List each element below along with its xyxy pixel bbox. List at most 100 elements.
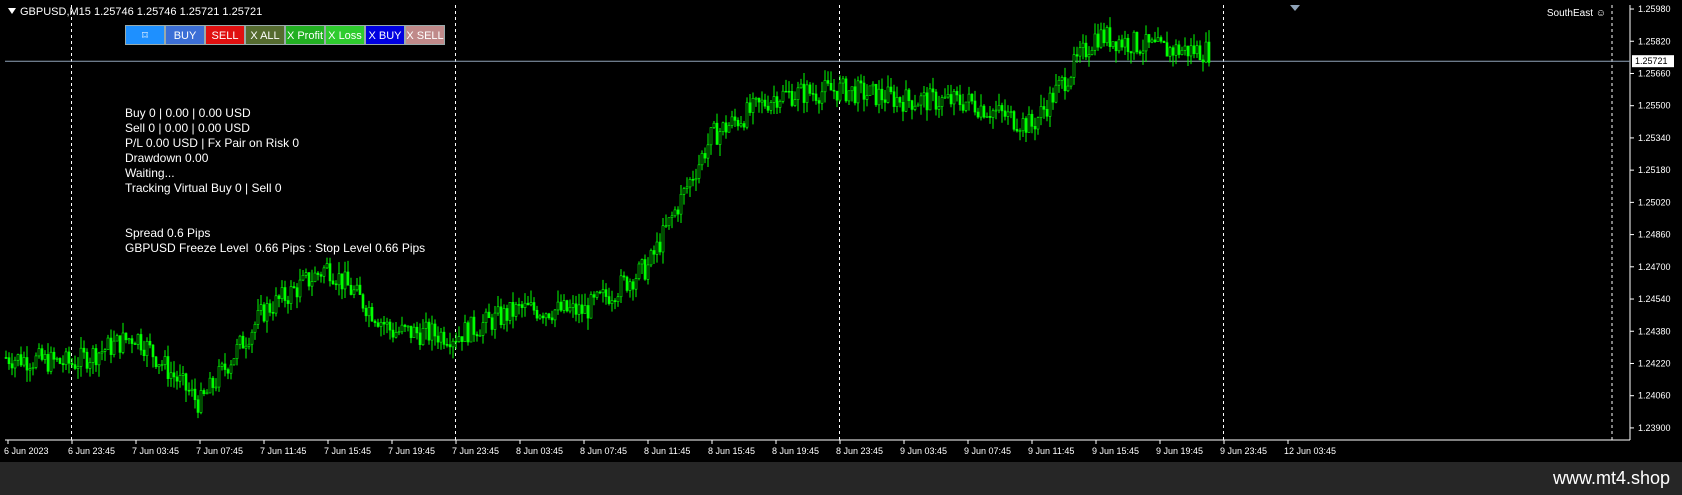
candle-body bbox=[832, 89, 836, 92]
candle-body bbox=[343, 271, 347, 290]
candle-body bbox=[34, 355, 38, 368]
candle-body bbox=[490, 317, 494, 330]
candle-body bbox=[928, 88, 932, 111]
candle-body bbox=[358, 284, 362, 295]
chart-area[interactable]: 1.25980 1.25820 1.25660 1.25500 1.25340 1.251… bbox=[0, 0, 1682, 462]
crosshair-button[interactable]: ⌑ bbox=[125, 25, 165, 45]
candle-body bbox=[523, 302, 527, 308]
y-tick-label: 1.24220 bbox=[1638, 358, 1671, 368]
candle-body bbox=[655, 241, 659, 255]
candle-body bbox=[631, 281, 635, 290]
candle-body bbox=[1180, 49, 1184, 55]
candle-body bbox=[1036, 117, 1040, 130]
buy-button[interactable]: BUY bbox=[165, 25, 205, 45]
candle-body bbox=[130, 338, 134, 344]
candle-body bbox=[79, 347, 83, 367]
candle-body bbox=[337, 273, 341, 286]
candle-body bbox=[157, 364, 161, 368]
price-chart[interactable]: 1.25980 1.25820 1.25660 1.25500 1.25340 1.251… bbox=[0, 0, 1682, 462]
candle-body bbox=[211, 377, 215, 388]
candle-body bbox=[805, 84, 809, 103]
candle-body bbox=[91, 348, 95, 363]
x-tick-label: 7 Jun 19:45 bbox=[388, 446, 435, 456]
drawdown-status: Drawdown 0.00 bbox=[125, 151, 209, 165]
candle-body bbox=[472, 316, 476, 335]
candle-body bbox=[1045, 109, 1049, 117]
close-profit-button[interactable]: X Profit bbox=[285, 25, 325, 45]
candle-body bbox=[442, 331, 446, 345]
close-loss-button[interactable]: X Loss bbox=[325, 25, 365, 45]
candle-body bbox=[373, 320, 377, 324]
close-sell-button[interactable]: X SELL bbox=[405, 25, 445, 45]
candle-body bbox=[865, 95, 869, 100]
dropdown-triangle-icon[interactable] bbox=[8, 8, 16, 14]
current-price-label: 1.25721 bbox=[1635, 56, 1668, 66]
candle-body bbox=[1120, 39, 1124, 48]
x-tick-label: 9 Jun 23:45 bbox=[1220, 446, 1267, 456]
candle-body bbox=[535, 309, 539, 319]
candle-body bbox=[13, 359, 17, 369]
candle-body bbox=[1081, 42, 1085, 48]
candle-body bbox=[304, 272, 308, 276]
brand-label: www.mt4.shop bbox=[1552, 468, 1670, 488]
candle-body bbox=[274, 295, 278, 314]
candle-body bbox=[280, 287, 284, 299]
candle-body bbox=[637, 263, 641, 279]
candle-body bbox=[361, 294, 365, 309]
candle-body bbox=[529, 302, 533, 306]
candle-body bbox=[649, 250, 653, 266]
x-tick-label: 8 Jun 07:45 bbox=[580, 446, 627, 456]
close-all-button[interactable]: X ALL bbox=[245, 25, 285, 45]
candle-body bbox=[1177, 44, 1181, 55]
candle-body bbox=[1099, 29, 1103, 48]
candle-body bbox=[43, 354, 47, 360]
candle-body bbox=[388, 321, 392, 331]
candle-body bbox=[7, 357, 11, 365]
candle-body bbox=[49, 351, 53, 372]
candle-body bbox=[565, 300, 569, 312]
candle-body bbox=[277, 295, 281, 299]
candle-body bbox=[838, 82, 842, 101]
candle-body bbox=[400, 324, 404, 333]
candle-body bbox=[142, 349, 146, 357]
candle-body bbox=[775, 96, 779, 108]
candle-body bbox=[841, 78, 845, 84]
y-tick-label: 1.25500 bbox=[1638, 101, 1671, 111]
candle-body bbox=[943, 96, 947, 99]
candle-body bbox=[889, 86, 893, 93]
candle-body bbox=[136, 334, 140, 345]
candle-body bbox=[910, 100, 914, 110]
candle-body bbox=[925, 92, 929, 111]
candle-body bbox=[1117, 39, 1121, 52]
candle-body bbox=[82, 347, 86, 353]
candle-body bbox=[415, 326, 419, 334]
candle-body bbox=[286, 300, 290, 304]
candle-body bbox=[541, 315, 545, 319]
candle-body bbox=[1084, 42, 1088, 58]
candle-body bbox=[937, 106, 941, 110]
freeze-level-status: GBPUSD Freeze Level 0.66 Pips : Stop Lev… bbox=[125, 241, 426, 255]
candle-body bbox=[1168, 47, 1172, 57]
candle-body bbox=[673, 209, 677, 217]
candle-body bbox=[175, 376, 179, 382]
close-buy-button[interactable]: X BUY bbox=[365, 25, 405, 45]
candle-body bbox=[124, 332, 128, 341]
candle-body bbox=[403, 324, 407, 327]
sell-button[interactable]: SELL bbox=[205, 25, 245, 45]
candle-body bbox=[589, 294, 593, 319]
candle-body bbox=[967, 93, 971, 103]
candle-body bbox=[793, 99, 797, 106]
candle-body bbox=[1039, 106, 1043, 119]
y-tick-label: 1.25020 bbox=[1638, 197, 1671, 207]
candle-body bbox=[355, 284, 359, 291]
candle-body bbox=[193, 388, 197, 401]
x-tick-label: 9 Jun 11:45 bbox=[1028, 446, 1074, 456]
candle-body bbox=[316, 272, 320, 275]
corner-label: SouthEast ☺ bbox=[1547, 8, 1606, 19]
candle-body bbox=[685, 186, 689, 189]
candle-body bbox=[790, 90, 794, 106]
candle-body bbox=[829, 83, 833, 91]
candle-body bbox=[604, 289, 608, 297]
candle-body bbox=[457, 336, 461, 342]
candle-body bbox=[334, 283, 338, 286]
